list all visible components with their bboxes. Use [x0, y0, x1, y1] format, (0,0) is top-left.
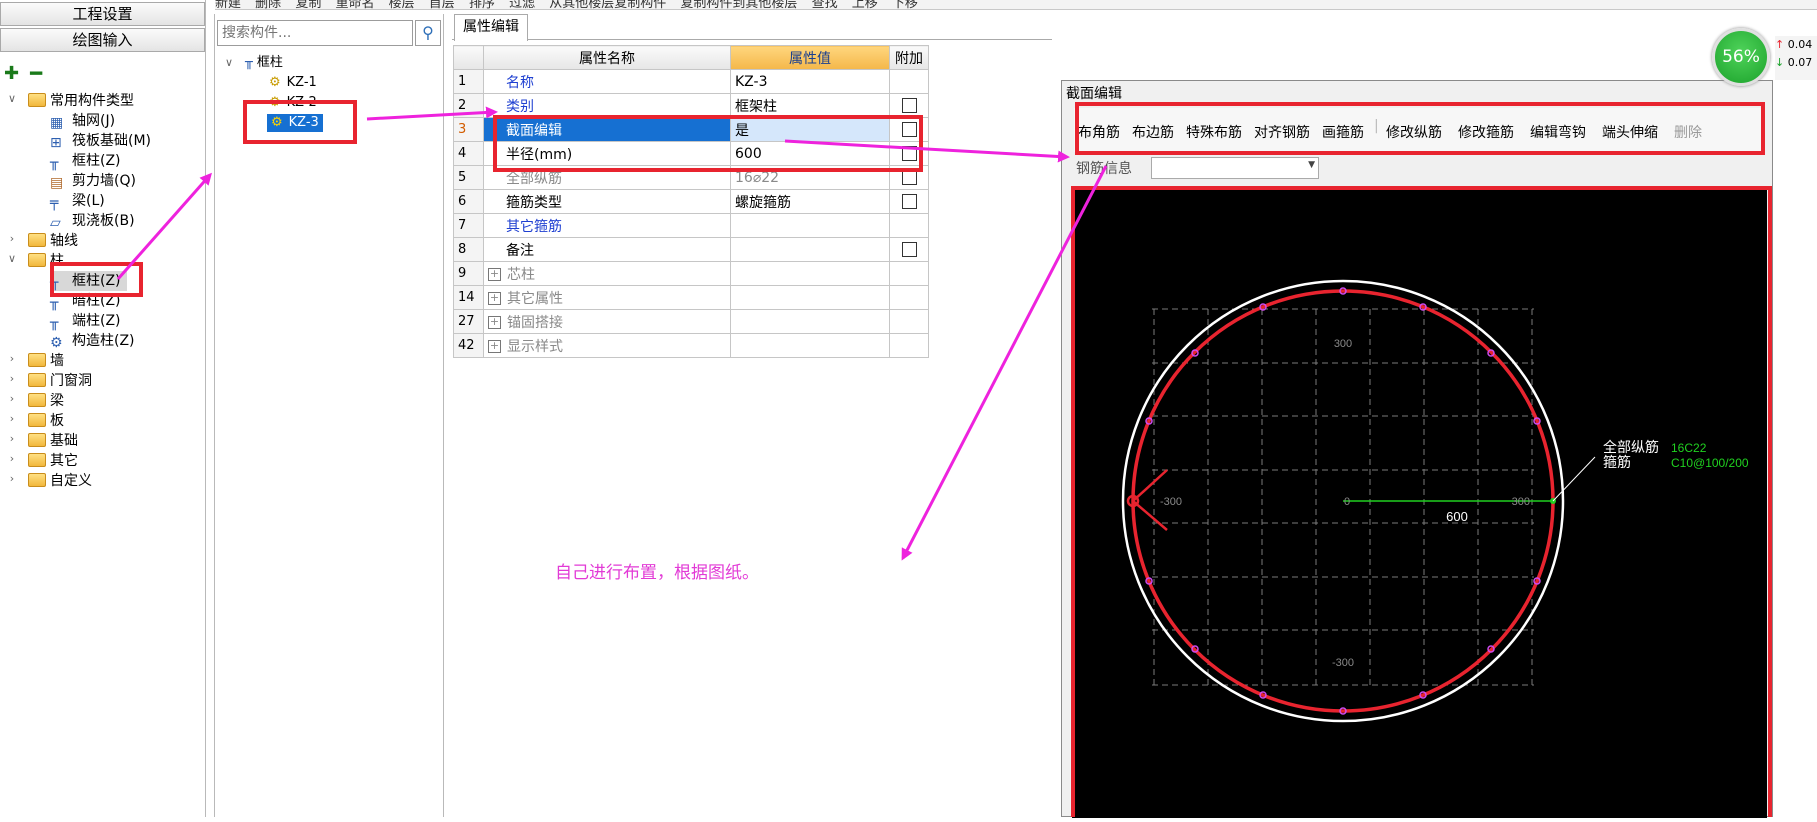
annotation-note: 自己进行布置，根据图纸。 [555, 563, 759, 583]
arrow-to-component-list [116, 172, 212, 280]
annotation-arrows [116, 106, 1108, 561]
arrow-to-note [901, 165, 1108, 561]
arrow-to-section-edit [366, 106, 498, 121]
arrow-to-toolbar [784, 139, 1070, 163]
